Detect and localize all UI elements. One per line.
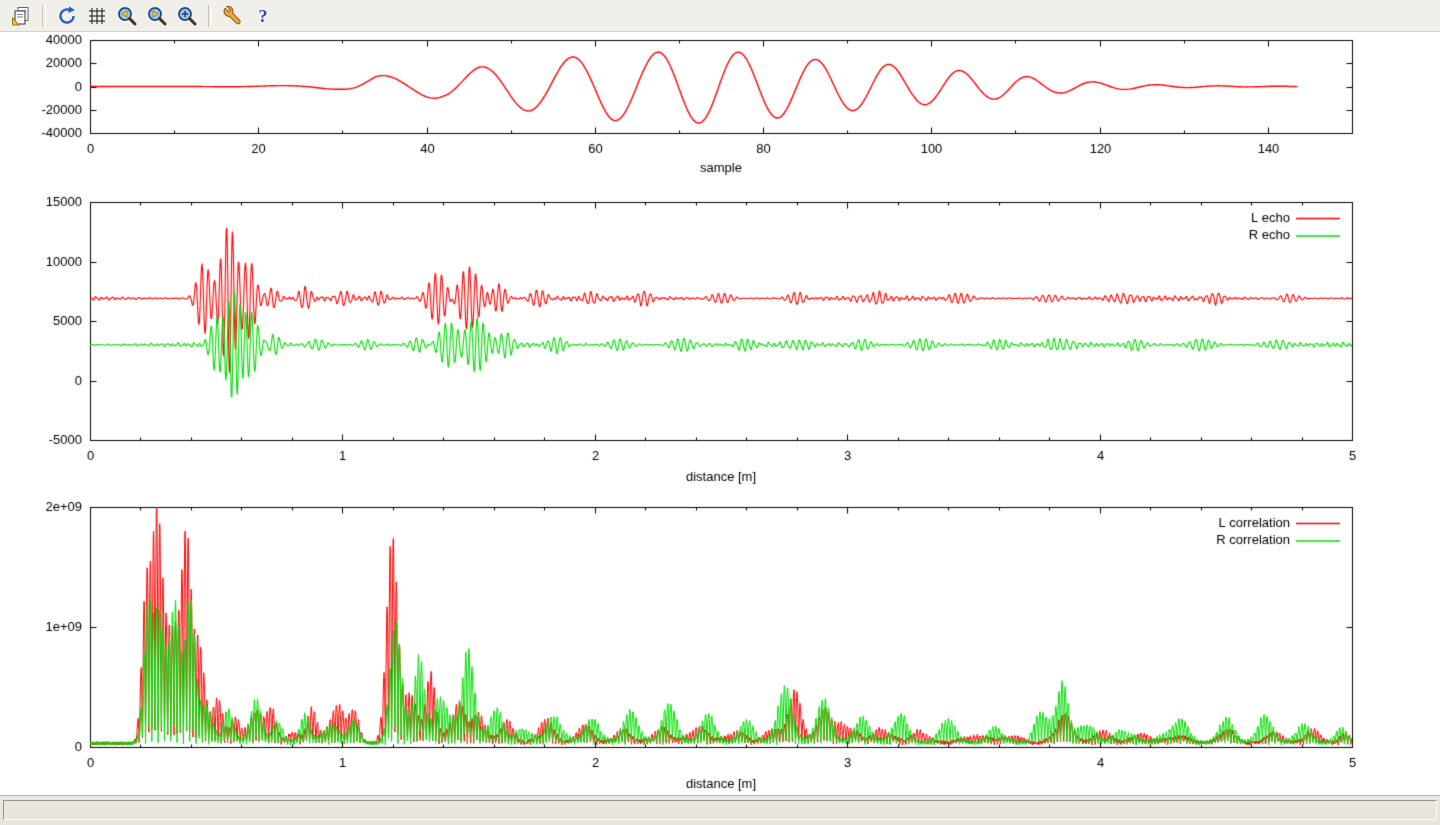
toggle-grid-button[interactable]	[83, 3, 111, 29]
configure-button[interactable]	[219, 3, 247, 29]
copy-icon	[10, 5, 32, 27]
help-button[interactable]: ?	[249, 3, 277, 29]
plot-area	[0, 32, 1440, 795]
status-text	[3, 800, 1437, 820]
autoscale-icon	[176, 5, 198, 27]
zoom-next-icon	[146, 5, 168, 27]
grid-icon	[86, 5, 108, 27]
toolbar-separator	[208, 5, 212, 27]
gnuplot-window: ?	[0, 0, 1440, 825]
correlation-chart[interactable]	[0, 497, 1440, 795]
toolbar-separator	[42, 5, 46, 27]
toolbar: ?	[0, 0, 1440, 32]
wrench-icon	[222, 5, 244, 27]
status-bar	[0, 795, 1440, 825]
zoom-next-button[interactable]	[143, 3, 171, 29]
svg-text:?: ?	[259, 6, 268, 26]
zoom-previous-button[interactable]	[113, 3, 141, 29]
autoscale-button[interactable]	[173, 3, 201, 29]
zoom-previous-icon	[116, 5, 138, 27]
copy-to-clipboard-button[interactable]	[7, 3, 35, 29]
help-icon: ?	[252, 5, 274, 27]
waveform-chart[interactable]	[0, 32, 1440, 187]
replot-button[interactable]	[53, 3, 81, 29]
replot-icon	[56, 5, 78, 27]
echo-chart[interactable]	[0, 187, 1440, 497]
